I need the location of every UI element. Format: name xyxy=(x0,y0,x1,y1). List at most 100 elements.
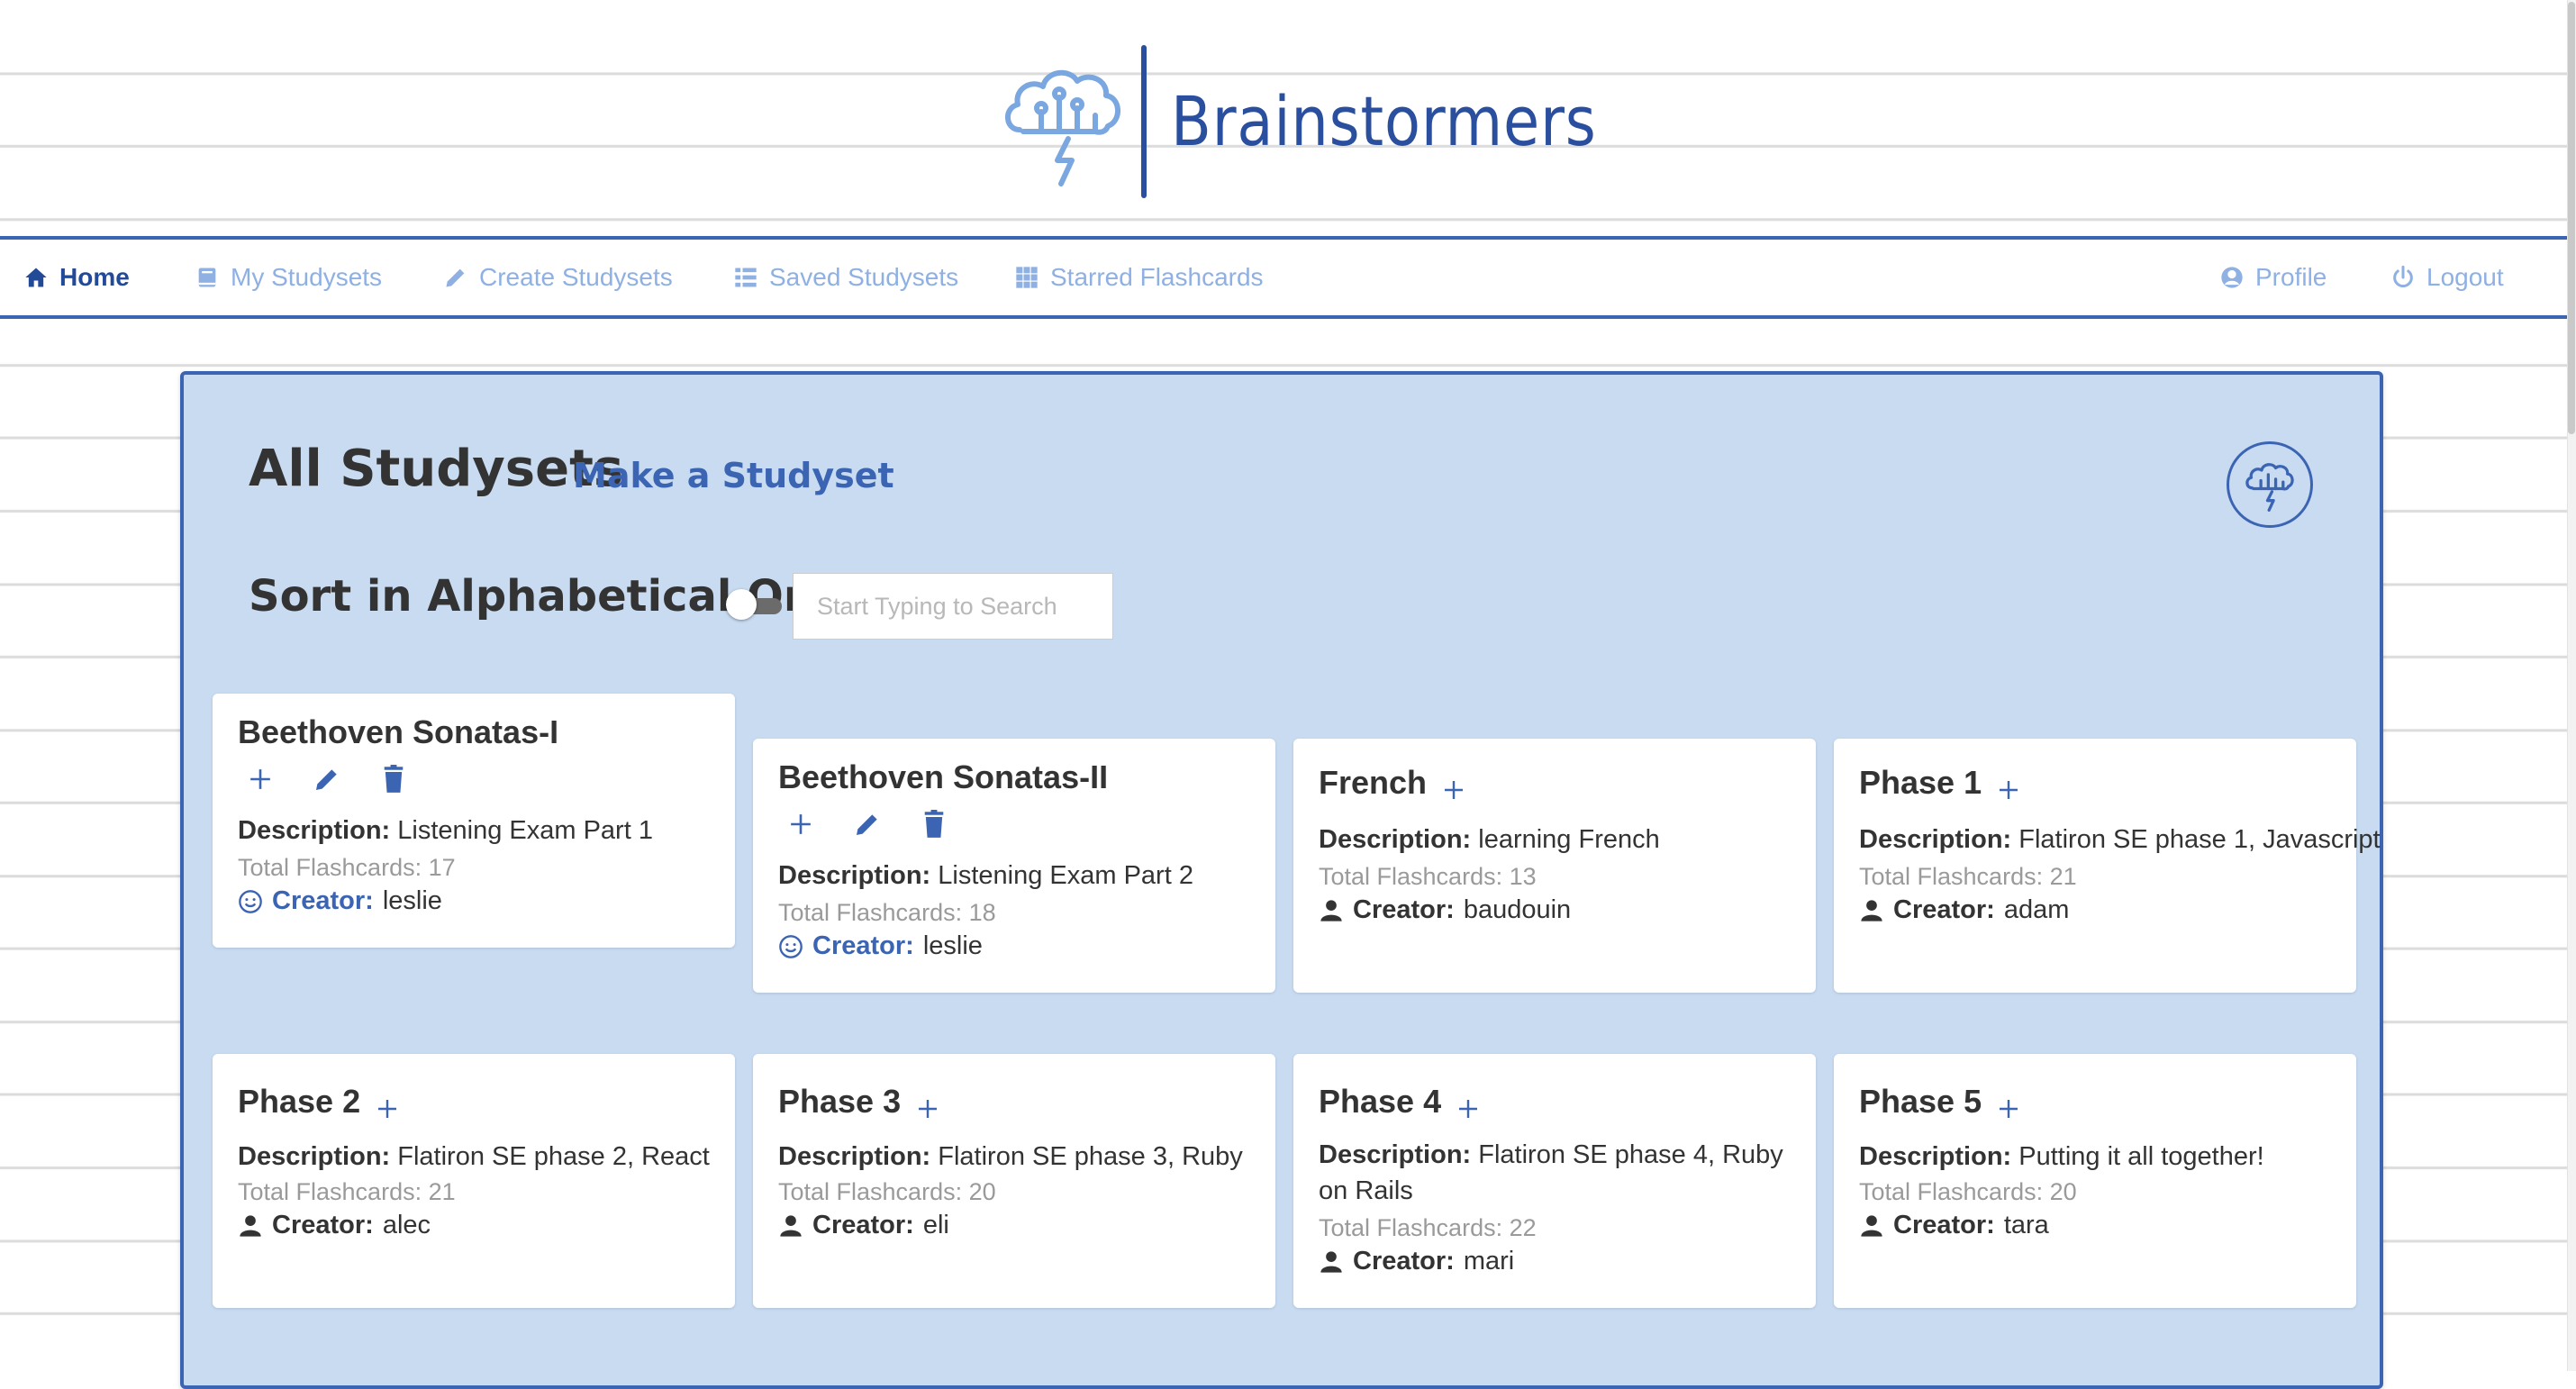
sort-toggle[interactable] xyxy=(726,589,782,620)
studyset-card[interactable]: Beethoven Sonatas-II Description: Listen… xyxy=(753,739,1275,993)
description-label: Description: xyxy=(238,816,391,845)
creator-label: Creator: xyxy=(272,1211,374,1239)
brain-logo-icon xyxy=(2245,463,2294,512)
make-studyset-link[interactable]: Make a Studyset xyxy=(573,456,894,495)
scrollbar-thumb[interactable] xyxy=(2568,2,2575,434)
nav-starred-flashcards[interactable]: Starred Flashcards xyxy=(1014,240,1264,315)
card-title[interactable]: Phase 4 xyxy=(1319,1083,1441,1121)
nav-home-label: Home xyxy=(59,263,130,291)
creator-value: alec xyxy=(382,1211,431,1239)
card-description: Description: Putting it all together! xyxy=(1859,1142,2264,1172)
nav-profile[interactable]: Profile xyxy=(2219,240,2327,315)
total-value: 17 xyxy=(428,854,456,881)
card-title[interactable]: Phase 3 xyxy=(778,1083,901,1121)
nav-profile-label: Profile xyxy=(2255,263,2327,291)
user-icon xyxy=(240,1214,261,1237)
grid-icon xyxy=(1016,267,1038,288)
add-icon[interactable] xyxy=(917,1098,939,1120)
nav-starred-flashcards-label: Starred Flashcards xyxy=(1050,263,1264,291)
add-icon[interactable] xyxy=(785,809,816,840)
main-nav: Home My Studysets Create Studysets Saved… xyxy=(0,236,2567,319)
edit-icon[interactable] xyxy=(852,809,883,840)
creator-value: adam xyxy=(2003,895,2070,924)
card-title[interactable]: Phase 5 xyxy=(1859,1083,1982,1121)
user-circle-icon xyxy=(2221,267,2243,288)
total-label: Total Flashcards: xyxy=(778,899,963,926)
trash-icon[interactable] xyxy=(378,764,409,794)
nav-my-studysets[interactable]: My Studysets xyxy=(195,240,382,315)
creator-value: baudouin xyxy=(1463,895,1572,924)
card-creator: Creator: eli xyxy=(778,1211,949,1240)
add-icon[interactable] xyxy=(1998,1098,2019,1120)
nav-create-studysets-label: Create Studysets xyxy=(479,263,673,291)
studyset-card[interactable]: Phase 5 Description: Putting it all toge… xyxy=(1834,1054,2356,1308)
card-total: Total Flashcards: 18 xyxy=(778,899,996,927)
add-icon[interactable] xyxy=(1457,1098,1479,1120)
total-value: 20 xyxy=(2049,1178,2077,1205)
description-label: Description: xyxy=(1859,1142,2012,1171)
user-icon xyxy=(780,1214,802,1237)
card-title[interactable]: Beethoven Sonatas-II xyxy=(778,758,1108,796)
sort-toggle-knob xyxy=(726,589,757,620)
total-value: 13 xyxy=(1509,863,1537,890)
add-icon[interactable] xyxy=(376,1098,398,1120)
description-value: Listening Exam Part 1 xyxy=(397,816,653,845)
nav-saved-studysets-label: Saved Studysets xyxy=(769,263,959,291)
nav-my-studysets-label: My Studysets xyxy=(231,263,383,291)
card-description: Description: Listening Exam Part 1 xyxy=(238,816,653,846)
card-description: Description: Listening Exam Part 2 xyxy=(778,861,1193,891)
search-input[interactable] xyxy=(793,573,1113,640)
card-title[interactable]: French xyxy=(1319,764,1427,802)
total-label: Total Flashcards: xyxy=(238,854,422,881)
card-total: Total Flashcards: 20 xyxy=(1859,1178,2077,1206)
add-icon[interactable] xyxy=(1443,779,1465,801)
description-label: Description: xyxy=(238,1142,391,1171)
brand-name[interactable]: Brainstormers xyxy=(1171,81,1597,162)
studyset-card[interactable]: Beethoven Sonatas-I Description: Listeni… xyxy=(213,694,735,948)
card-total: Total Flashcards: 20 xyxy=(778,1178,996,1206)
user-icon xyxy=(1861,1214,1882,1237)
panel-brain-logo[interactable] xyxy=(2227,441,2313,528)
home-icon xyxy=(25,268,47,287)
creator-label: Creator: xyxy=(1893,895,1995,924)
total-label: Total Flashcards: xyxy=(1319,1214,1503,1241)
edit-icon[interactable] xyxy=(312,764,342,794)
total-label: Total Flashcards: xyxy=(1859,863,2044,890)
studyset-card[interactable]: Phase 3 Description: Flatiron SE phase 3… xyxy=(753,1054,1275,1308)
card-total: Total Flashcards: 21 xyxy=(238,1178,456,1206)
card-title[interactable]: Phase 1 xyxy=(1859,764,1982,802)
studyset-card[interactable]: Phase 4 Description: Flatiron SE phase 4… xyxy=(1293,1054,1816,1308)
add-icon[interactable] xyxy=(245,764,276,794)
brain-logo-icon xyxy=(1005,70,1120,186)
card-title[interactable]: Beethoven Sonatas-I xyxy=(238,713,558,751)
card-description: Description: learning French xyxy=(1319,825,1660,855)
card-creator: Creator: tara xyxy=(1859,1211,2049,1240)
nav-logout[interactable]: Logout xyxy=(2390,240,2504,315)
card-total: Total Flashcards: 17 xyxy=(238,854,456,882)
card-creator: Creator: alec xyxy=(238,1211,431,1240)
description-value: learning French xyxy=(1478,825,1660,854)
description-label: Description: xyxy=(1319,1140,1472,1169)
nav-home[interactable]: Home xyxy=(23,240,130,315)
logo-divider xyxy=(1141,45,1147,198)
card-description: Description: Flatiron SE phase 1, Javasc… xyxy=(1859,825,2381,855)
creator-label: Creator: xyxy=(272,886,374,915)
card-creator: Creator: leslie xyxy=(238,886,442,916)
total-value: 20 xyxy=(968,1178,996,1205)
creator-label: Creator: xyxy=(1893,1211,1995,1239)
description-value: Flatiron SE phase 2, React xyxy=(397,1142,710,1171)
card-description: Description: Flatiron SE phase 3, Ruby xyxy=(778,1142,1243,1172)
description-label: Description: xyxy=(778,1142,931,1171)
studyset-card[interactable]: Phase 1 Description: Flatiron SE phase 1… xyxy=(1834,739,2381,993)
nav-create-studysets[interactable]: Create Studysets xyxy=(443,240,673,315)
nav-saved-studysets[interactable]: Saved Studysets xyxy=(733,240,958,315)
studyset-card[interactable]: Phase 2 Description: Flatiron SE phase 2… xyxy=(213,1054,735,1308)
total-value: 21 xyxy=(2049,863,2077,890)
studyset-card[interactable]: French Description: learning French Tota… xyxy=(1293,739,1816,993)
book-icon xyxy=(198,268,216,287)
total-label: Total Flashcards: xyxy=(238,1178,422,1205)
trash-icon[interactable] xyxy=(919,809,949,840)
pencil-icon xyxy=(446,268,465,287)
card-title[interactable]: Phase 2 xyxy=(238,1083,360,1121)
add-icon[interactable] xyxy=(1998,779,2019,801)
